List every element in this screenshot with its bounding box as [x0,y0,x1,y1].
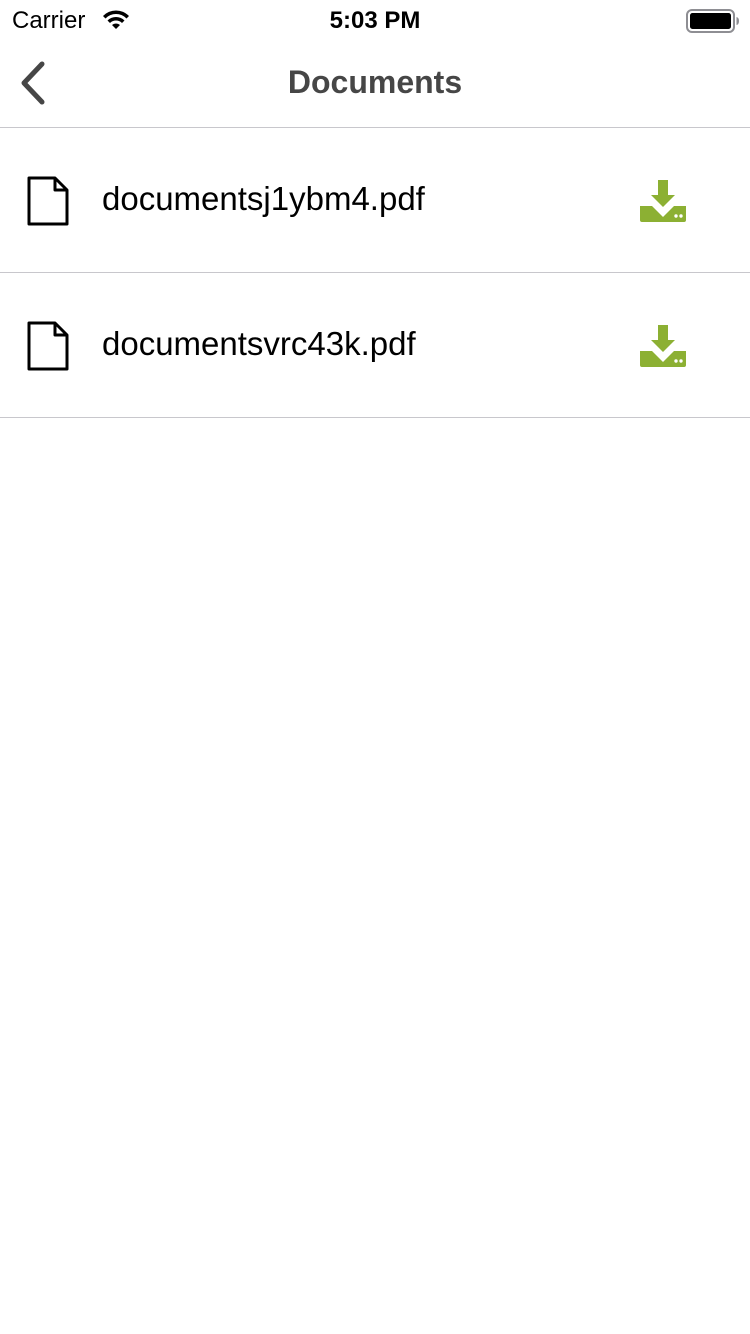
navigation-bar: Documents [0,40,750,128]
documents-screen: Carrier 5:03 PM Documents documentsj1ybm… [0,0,750,1334]
page-title: Documents [287,64,463,100]
document-list: documentsj1ybm4.pdf documentsvrc43k.pdf [0,128,750,418]
download-icon [640,325,686,367]
file-icon [27,321,69,371]
file-name: documentsj1ybm4.pdf [102,180,425,217]
download-button[interactable] [632,317,694,375]
download-button[interactable] [632,172,694,230]
file-name: documentsvrc43k.pdf [102,325,416,362]
download-icon [640,180,686,222]
status-bar: Carrier 5:03 PM [0,0,750,40]
list-item[interactable]: documentsvrc43k.pdf [0,273,750,418]
file-icon [27,176,69,226]
status-time: 5:03 PM [329,7,421,34]
list-item[interactable]: documentsj1ybm4.pdf [0,128,750,273]
battery-icon [686,9,739,33]
